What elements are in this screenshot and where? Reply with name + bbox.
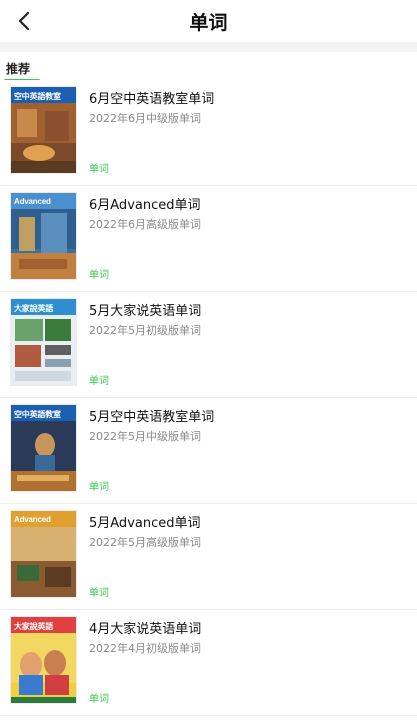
list-item[interactable]: 空中英語教室 6月空中英语教室单词 2022年6月中级版单词 单词: [0, 80, 417, 186]
tab-recommended[interactable]: 推荐: [6, 60, 30, 77]
magazine-cover-image: 大家說英語: [11, 299, 76, 385]
item-subtitle: 2022年5月高级版单词: [89, 536, 201, 549]
chevron-left-icon[interactable]: [14, 9, 36, 33]
cover-title: 大家說英語: [14, 622, 53, 631]
vocabulary-link[interactable]: 单词: [89, 478, 109, 493]
cover-title: Advanced: [14, 515, 51, 524]
cover-title: Advanced: [14, 197, 51, 206]
vocabulary-link[interactable]: 单词: [89, 266, 109, 281]
page-title: 单词: [189, 11, 228, 34]
item-title: 5月空中英语教室单词: [89, 410, 215, 425]
tab-bar: 推荐: [0, 52, 417, 82]
vocabulary-link[interactable]: 单词: [89, 690, 109, 705]
list-item[interactable]: 大家說英語 4月大家说英语单词 2022年4月初级版单词 单词: [0, 610, 417, 716]
item-subtitle: 2022年6月中级版单词: [89, 112, 201, 125]
app-header: 单词: [0, 0, 417, 42]
list-item[interactable]: 空中英語教室 5月空中英语教室单词 2022年5月中级版单词 单词: [0, 398, 417, 504]
cover-title: 大家說英語: [14, 304, 53, 313]
magazine-cover-image: 空中英語教室: [11, 405, 76, 491]
list-item[interactable]: Advanced 5月Advanced单词 2022年5月高级版单词 单词: [0, 504, 417, 610]
section-divider: [0, 42, 417, 52]
vocabulary-link[interactable]: 单词: [89, 584, 109, 599]
magazine-cover-image: 大家說英語: [11, 617, 76, 703]
vocabulary-link[interactable]: 单词: [89, 372, 109, 387]
item-title: 5月Advanced单词: [89, 516, 201, 531]
vocabulary-list: 空中英語教室 6月空中英语教室单词 2022年6月中级版单词 单词 Advanc…: [0, 80, 417, 716]
item-subtitle: 2022年6月高级版单词: [89, 218, 201, 231]
item-title: 4月大家说英语单词: [89, 622, 202, 637]
item-title: 6月空中英语教室单词: [89, 92, 215, 107]
item-subtitle: 2022年5月初级版单词: [89, 324, 201, 337]
vocabulary-link[interactable]: 单词: [89, 160, 109, 175]
magazine-cover-image: Advanced: [11, 511, 76, 597]
cover-title: 空中英語教室: [14, 410, 61, 419]
item-title: 5月大家说英语单词: [89, 304, 202, 319]
magazine-cover-image: Advanced: [11, 193, 76, 279]
item-subtitle: 2022年4月初级版单词: [89, 642, 201, 655]
item-subtitle: 2022年5月中级版单词: [89, 430, 201, 443]
magazine-cover-image: 空中英語教室: [11, 87, 76, 173]
list-item[interactable]: Advanced 6月Advanced单词 2022年6月高级版单词 单词: [0, 186, 417, 292]
cover-title: 空中英語教室: [14, 92, 61, 101]
list-item[interactable]: 大家說英語 5月大家说英语单词 2022年5月初级版单词 单词: [0, 292, 417, 398]
item-title: 6月Advanced单词: [89, 198, 201, 213]
